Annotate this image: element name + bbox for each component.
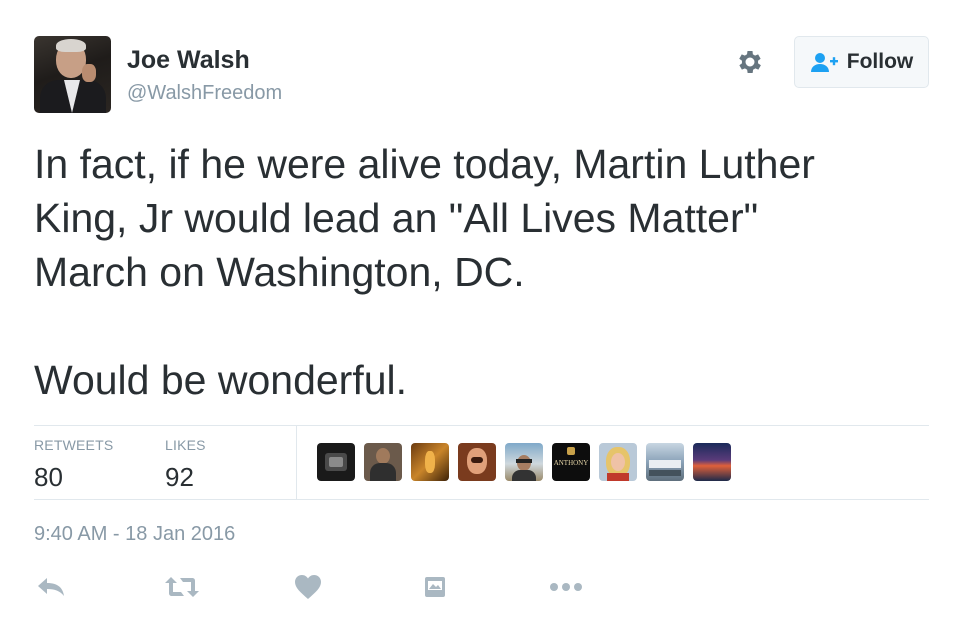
moments-icon[interactable] bbox=[418, 570, 452, 604]
retweet-icon[interactable] bbox=[162, 570, 202, 604]
liker-avatar-text: ANTHONY bbox=[553, 459, 589, 467]
tweet-line: King, Jr would lead an "All Lives Matter… bbox=[34, 195, 759, 241]
reply-icon[interactable] bbox=[34, 570, 68, 604]
liker-avatar[interactable] bbox=[599, 443, 637, 481]
add-user-icon bbox=[810, 53, 838, 72]
tweet-actions bbox=[34, 570, 594, 604]
divider bbox=[34, 499, 929, 500]
user-avatar[interactable] bbox=[34, 36, 111, 113]
liker-avatar[interactable] bbox=[458, 443, 496, 481]
user-handle[interactable]: @WalshFreedom bbox=[127, 82, 282, 105]
liker-avatar[interactable] bbox=[317, 443, 355, 481]
likes-stat[interactable]: LIKES 92 bbox=[165, 437, 206, 493]
liker-avatar[interactable] bbox=[505, 443, 543, 481]
likers-avatars: ANTHONY bbox=[317, 443, 731, 481]
retweets-stat[interactable]: RETWEETS 80 bbox=[34, 437, 113, 493]
liker-avatar[interactable]: ANTHONY bbox=[552, 443, 590, 481]
tweet-line: In fact, if he were alive today, Martin … bbox=[34, 141, 815, 187]
follow-button-label: Follow bbox=[846, 50, 914, 73]
like-icon[interactable] bbox=[291, 570, 325, 604]
liker-avatar[interactable] bbox=[364, 443, 402, 481]
gear-icon[interactable] bbox=[735, 47, 765, 77]
likes-label: LIKES bbox=[165, 437, 206, 453]
follow-button[interactable]: Follow bbox=[794, 36, 929, 88]
user-display-name[interactable]: Joe Walsh bbox=[127, 46, 250, 75]
liker-avatar[interactable] bbox=[646, 443, 684, 481]
liker-avatar[interactable] bbox=[693, 443, 731, 481]
tweet-line: Would be wonderful. bbox=[34, 357, 408, 403]
stats-divider bbox=[296, 425, 297, 499]
retweets-count: 80 bbox=[34, 462, 63, 492]
likes-count: 92 bbox=[165, 462, 194, 492]
divider bbox=[34, 425, 929, 426]
tweet-timestamp[interactable]: 9:40 AM - 18 Jan 2016 bbox=[34, 523, 235, 546]
retweets-label: RETWEETS bbox=[34, 437, 114, 453]
more-icon[interactable] bbox=[546, 570, 586, 604]
liker-avatar[interactable] bbox=[411, 443, 449, 481]
tweet-line: March on Washington, DC. bbox=[34, 249, 525, 295]
tweet-text: In fact, if he were alive today, Martin … bbox=[34, 137, 934, 407]
